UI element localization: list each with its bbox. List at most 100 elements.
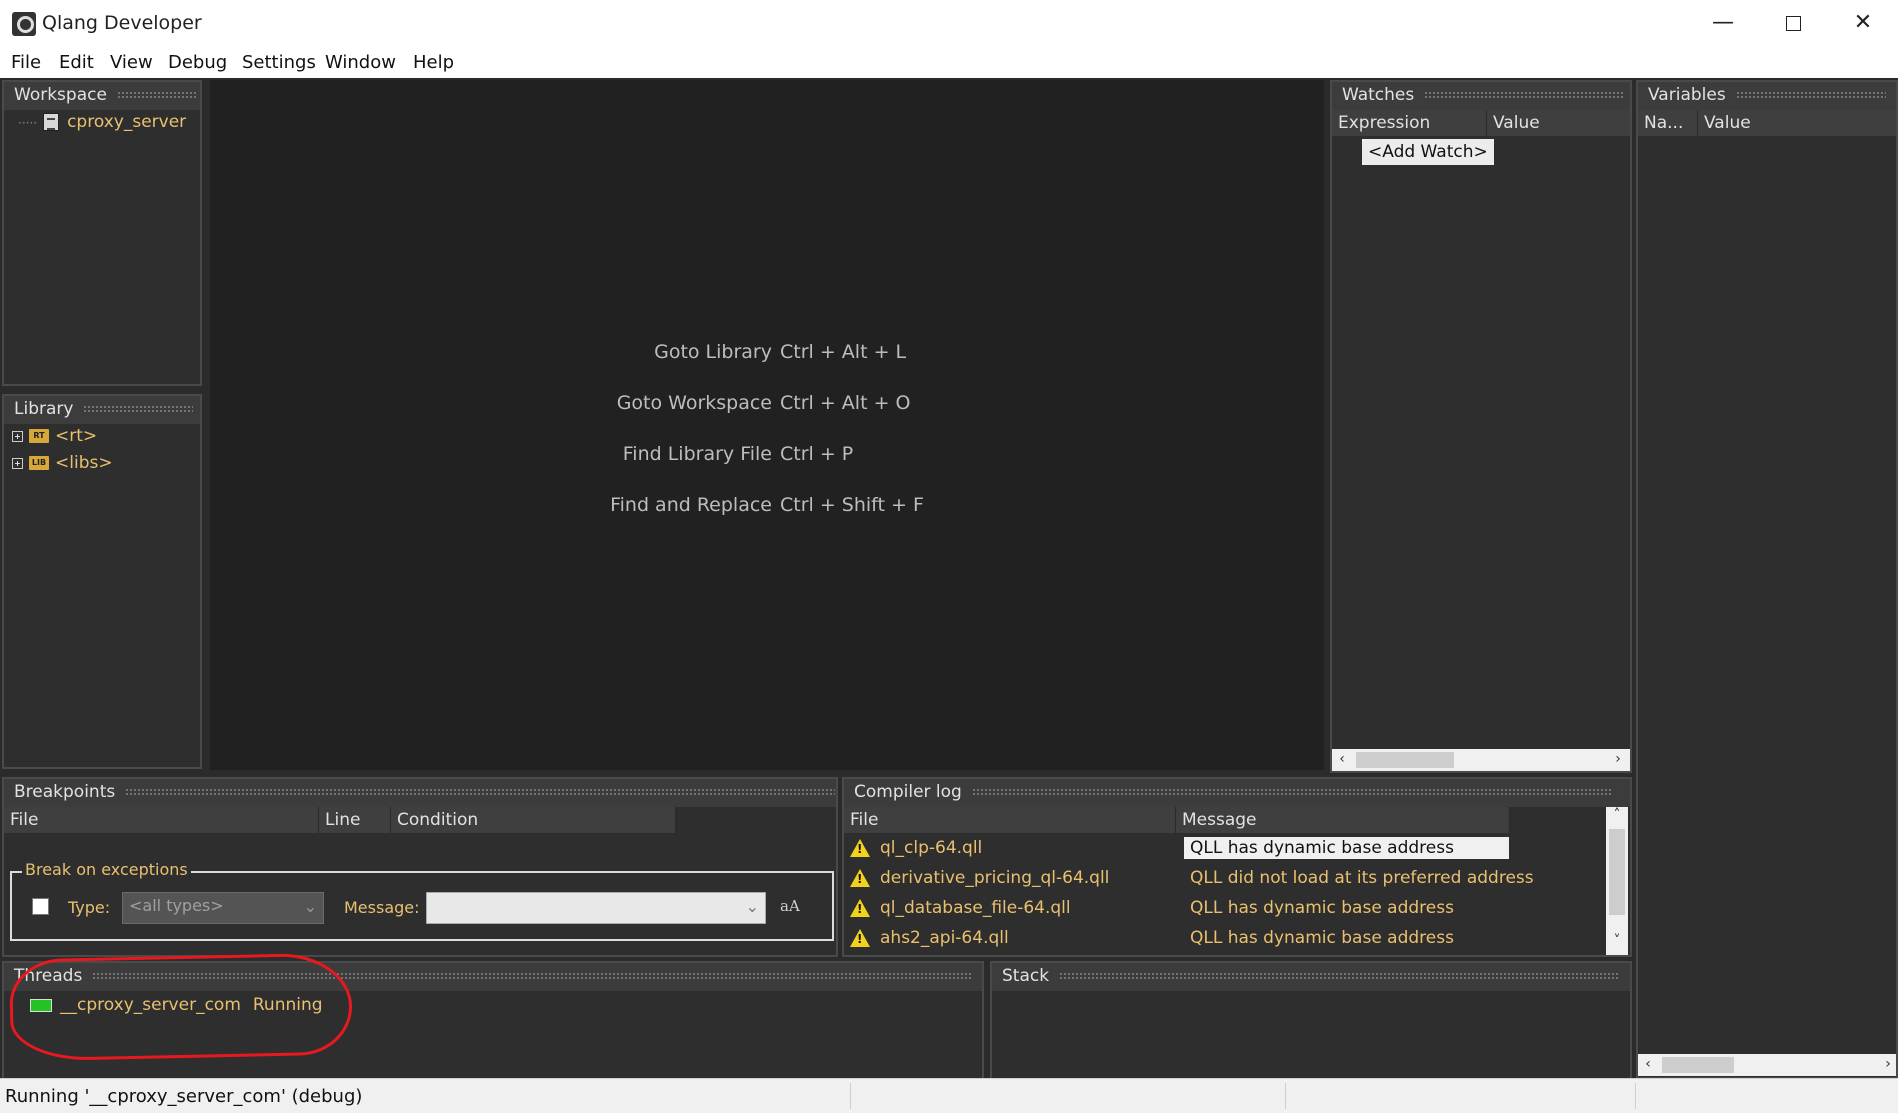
log-message: QLL did not load at its preferred addres…	[1190, 868, 1534, 888]
rt-folder-icon: RT	[29, 429, 49, 443]
menu-edit[interactable]: Edit	[59, 52, 94, 73]
warning-icon	[850, 869, 870, 887]
breakpoints-header[interactable]: Breakpoints	[4, 779, 836, 807]
watches-title: Watches	[1342, 85, 1415, 105]
library-item-label: <libs>	[55, 453, 113, 473]
watches-header[interactable]: Watches	[1332, 82, 1630, 110]
type-select[interactable]: <all types> ⌄	[122, 892, 324, 924]
watches-column-expression[interactable]: Expression	[1332, 110, 1487, 136]
workspace-header[interactable]: Workspace	[4, 82, 200, 110]
library-item-rt[interactable]: RT <rt>	[12, 426, 97, 446]
warning-icon	[850, 929, 870, 947]
compiler-log-header[interactable]: Compiler log	[844, 779, 1630, 807]
shortcut-action: Goto Workspace	[616, 392, 772, 414]
warning-icon	[850, 839, 870, 857]
menu-settings[interactable]: Settings	[242, 52, 316, 73]
breakpoints-column-file[interactable]: File	[4, 807, 319, 833]
library-panel: Library RT <rt> LIB <libs>	[2, 394, 202, 769]
workspace-title: Workspace	[14, 85, 107, 105]
editor-area[interactable]: Goto Library Ctrl + Alt + L Goto Workspa…	[210, 80, 1324, 770]
threads-title: Threads	[14, 966, 83, 986]
compiler-log-vertical-scrollbar[interactable]: ˄ ˅	[1606, 807, 1628, 955]
variables-column-value[interactable]: Value	[1698, 110, 1896, 136]
scroll-up-icon[interactable]: ˄	[1607, 807, 1627, 823]
compiler-log-column-message[interactable]: Message	[1176, 807, 1510, 833]
grip-icon	[1735, 91, 1886, 99]
thread-name: __cproxy_server_com	[60, 995, 241, 1015]
thread-item[interactable]: __cproxy_server_com Running	[30, 995, 323, 1015]
breakpoints-title: Breakpoints	[14, 782, 116, 802]
threads-header[interactable]: Threads	[4, 963, 982, 991]
shortcut-action: Find and Replace	[610, 494, 772, 516]
scroll-right-icon[interactable]: ›	[1878, 1056, 1896, 1072]
variables-column-name[interactable]: Na...	[1638, 110, 1698, 136]
scroll-left-icon[interactable]: ‹	[1332, 751, 1352, 767]
grip-icon	[83, 405, 194, 413]
window-title: Qlang Developer	[42, 12, 202, 34]
close-button[interactable]: ✕	[1828, 0, 1898, 48]
scroll-left-icon[interactable]: ‹	[1638, 1056, 1658, 1072]
breakpoints-column-line[interactable]: Line	[319, 807, 391, 833]
menu-view[interactable]: View	[110, 52, 153, 73]
library-header[interactable]: Library	[4, 396, 200, 424]
maximize-button[interactable]	[1758, 0, 1828, 48]
grip-icon	[92, 972, 973, 980]
status-text: Running '__cproxy_server_com' (debug)	[5, 1086, 363, 1107]
warning-icon	[850, 899, 870, 917]
breakpoints-column-condition[interactable]: Condition	[391, 807, 676, 833]
variables-horizontal-scrollbar[interactable]: ‹ ›	[1638, 1054, 1896, 1076]
app-logo-icon	[12, 12, 36, 36]
log-file: ql_database_file-64.qll	[880, 898, 1071, 918]
grip-icon	[1059, 972, 1620, 980]
expand-icon[interactable]	[12, 430, 23, 442]
menu-window[interactable]: Window	[325, 52, 396, 73]
status-divider	[1285, 1083, 1286, 1109]
compiler-log-panel: Compiler log File Message ql_clp-64.qll …	[842, 777, 1632, 957]
maximize-icon	[1785, 15, 1801, 31]
lib-folder-icon: LIB	[29, 456, 49, 470]
document-icon	[43, 113, 60, 131]
menu-bar: File Edit View Debug Settings Window Hel…	[0, 48, 1898, 78]
shortcut-keys: Ctrl + Alt + O	[780, 392, 911, 414]
compiler-log-title: Compiler log	[854, 782, 962, 802]
library-title: Library	[14, 399, 74, 419]
compiler-log-row[interactable]: ql_database_file-64.qll QLL has dynamic …	[844, 894, 1614, 924]
menu-help[interactable]: Help	[413, 52, 454, 73]
workspace-item[interactable]: ····· cproxy_server	[18, 112, 186, 132]
scroll-down-icon[interactable]: ˅	[1607, 933, 1627, 949]
match-case-toggle-icon[interactable]: aA	[780, 897, 800, 915]
log-file: derivative_pricing_ql-64.qll	[880, 868, 1110, 888]
scroll-thumb[interactable]	[1609, 829, 1625, 915]
break-on-exceptions-checkbox[interactable]	[32, 898, 49, 915]
status-bar: Running '__cproxy_server_com' (debug)	[0, 1078, 1898, 1113]
scroll-thumb[interactable]	[1662, 1057, 1734, 1073]
status-divider	[850, 1083, 851, 1109]
menu-file[interactable]: File	[11, 52, 41, 73]
grip-icon	[116, 91, 197, 99]
shortcut-keys: Ctrl + P	[780, 443, 854, 465]
compiler-log-row[interactable]: ahs2_api-64.qll QLL has dynamic base add…	[844, 924, 1614, 954]
grip-icon	[1424, 91, 1625, 99]
compiler-log-column-file[interactable]: File	[844, 807, 1176, 833]
scroll-right-icon[interactable]: ›	[1608, 751, 1628, 767]
stack-header[interactable]: Stack	[992, 963, 1630, 991]
watches-column-value[interactable]: Value	[1487, 110, 1630, 136]
library-item-libs[interactable]: LIB <libs>	[12, 453, 113, 473]
minimize-button[interactable]: —	[1688, 0, 1758, 48]
application-area: Workspace ····· cproxy_server Library RT <…	[0, 78, 1898, 1113]
chevron-down-icon: ⌄	[745, 897, 759, 916]
library-item-label: <rt>	[55, 426, 98, 446]
add-watch-button[interactable]: <Add Watch>	[1362, 139, 1494, 165]
scroll-thumb[interactable]	[1356, 752, 1454, 768]
expand-icon[interactable]	[12, 457, 23, 469]
watches-horizontal-scrollbar[interactable]: ‹ ›	[1332, 749, 1630, 771]
variables-header[interactable]: Variables	[1638, 82, 1896, 110]
log-file: ahs2_api-64.qll	[880, 928, 1009, 948]
workspace-panel: Workspace ····· cproxy_server	[2, 80, 202, 386]
compiler-log-row[interactable]: derivative_pricing_ql-64.qll QLL did not…	[844, 864, 1614, 894]
log-message: QLL has dynamic base address	[1184, 837, 1509, 859]
shortcut-action: Goto Library	[654, 341, 772, 363]
message-combobox[interactable]: ⌄	[426, 892, 766, 924]
compiler-log-row[interactable]: ql_clp-64.qll QLL has dynamic base addre…	[844, 834, 1614, 864]
menu-debug[interactable]: Debug	[168, 52, 227, 73]
